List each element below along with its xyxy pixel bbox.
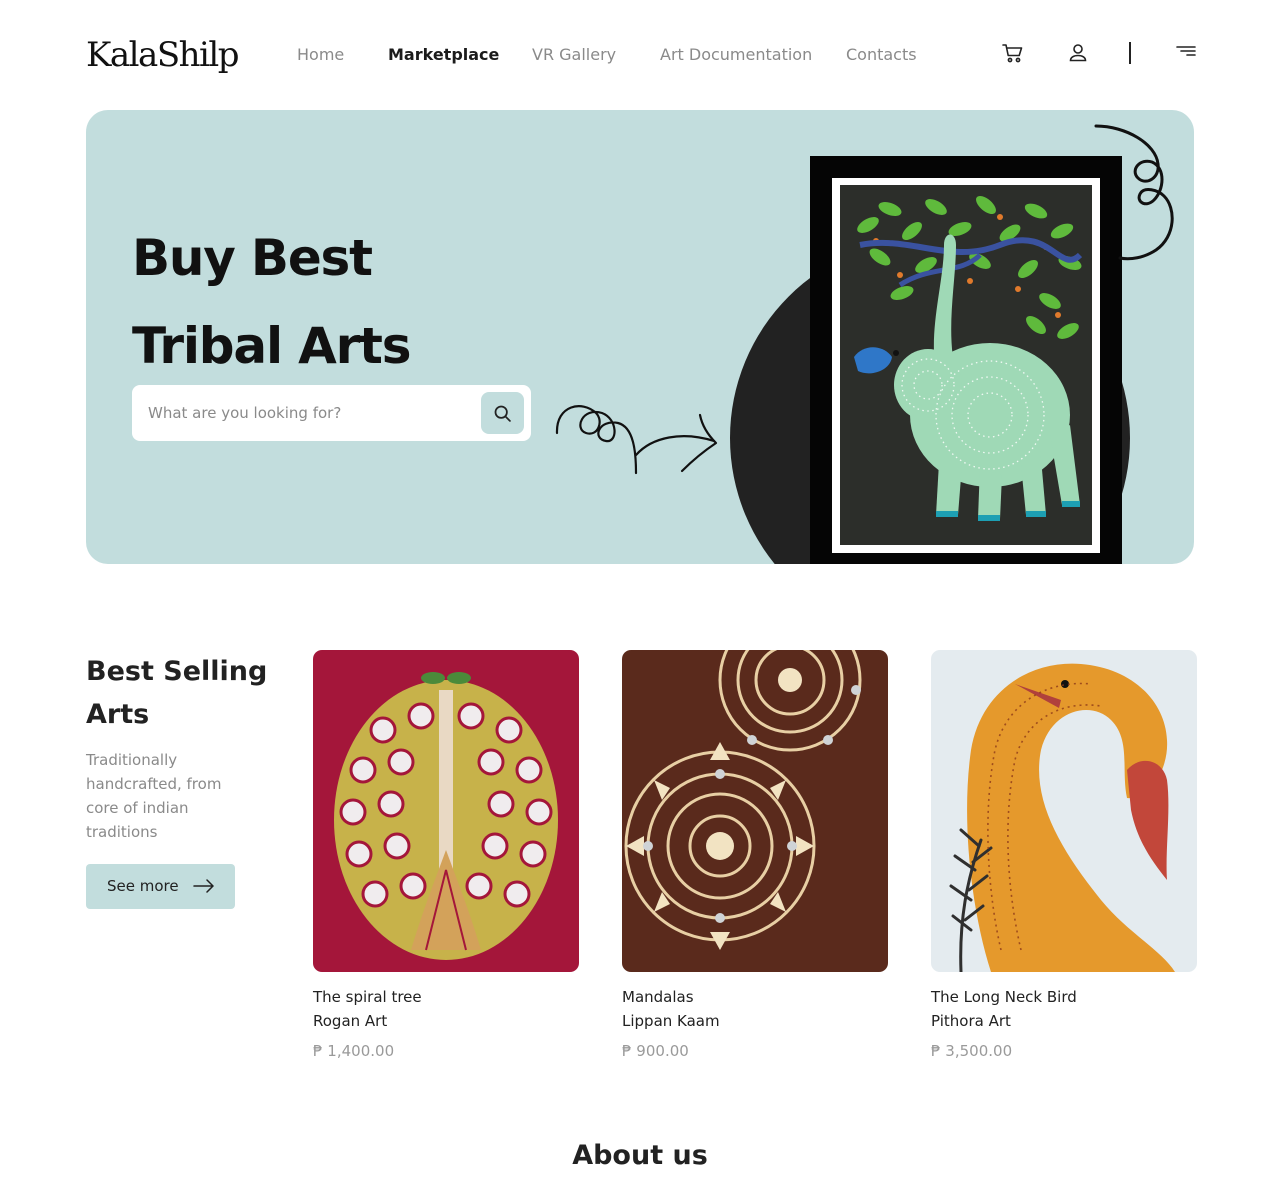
- spiral-decoration-icon: [1094, 124, 1174, 261]
- artwork-mat: [832, 178, 1100, 553]
- gond-elephant-painting-image: [840, 185, 1092, 545]
- about-us-heading: About us: [572, 1140, 708, 1171]
- best-selling-title-line-1: Best Selling: [86, 656, 268, 687]
- product-card[interactable]: Mandalas Lippan Kaam ₱ 900.00: [622, 650, 888, 1063]
- product-name[interactable]: The Long Neck Bird: [931, 985, 1197, 1009]
- best-selling-description: Traditionally handcrafted, from core of …: [86, 751, 222, 841]
- spiral-tree-rogan-art-image[interactable]: [313, 650, 579, 972]
- see-more-button[interactable]: See more: [86, 864, 235, 909]
- featured-artwork-frame[interactable]: [810, 156, 1122, 564]
- product-price: ₱ 900.00: [622, 1042, 689, 1060]
- nav-vr-gallery[interactable]: VR Gallery: [532, 45, 616, 64]
- arrow-right-icon: [193, 879, 214, 893]
- see-more-label: See more: [107, 877, 179, 895]
- menu-icon[interactable]: [1174, 41, 1198, 65]
- best-selling-title: Best Selling Arts: [86, 650, 267, 736]
- product-name[interactable]: Mandalas: [622, 985, 888, 1009]
- product-price: ₱ 1,400.00: [313, 1042, 395, 1060]
- best-selling-title-line-2: Arts: [86, 699, 150, 730]
- search-input[interactable]: [148, 399, 468, 427]
- hero-title-line-2: Tribal Arts: [132, 317, 412, 375]
- product-card[interactable]: The spiral tree Rogan Art ₱ 1,400.00: [313, 650, 579, 1063]
- hero-title-line-1: Buy Best: [132, 229, 373, 287]
- long-neck-bird-pithora-art-image[interactable]: [931, 650, 1197, 972]
- mandalas-lippan-kaam-image[interactable]: [622, 650, 888, 972]
- product-price: ₱ 3,500.00: [931, 1042, 1013, 1060]
- hero-banner: Buy Best Tribal Arts: [86, 110, 1194, 564]
- nav-marketplace[interactable]: Marketplace: [388, 45, 499, 64]
- product-name[interactable]: The spiral tree: [313, 985, 579, 1009]
- search-icon: [494, 405, 511, 422]
- header-divider: [1129, 42, 1131, 64]
- squiggle-arrow-icon: [555, 405, 718, 475]
- search-bar: [132, 385, 531, 441]
- hero-title: Buy Best Tribal Arts: [132, 214, 412, 390]
- cart-icon[interactable]: [1001, 41, 1025, 65]
- product-type: Pithora Art: [931, 1012, 1011, 1030]
- search-button[interactable]: [481, 392, 524, 434]
- product-card[interactable]: The Long Neck Bird Pithora Art ₱ 3,500.0…: [931, 650, 1197, 1063]
- product-type: Rogan Art: [313, 1012, 388, 1030]
- nav-home[interactable]: Home: [297, 45, 344, 64]
- product-type: Lippan Kaam: [622, 1012, 720, 1030]
- nav-art-documentation[interactable]: Art Documentation: [660, 45, 812, 64]
- nav-contacts[interactable]: Contacts: [846, 45, 917, 64]
- user-icon[interactable]: [1066, 41, 1090, 65]
